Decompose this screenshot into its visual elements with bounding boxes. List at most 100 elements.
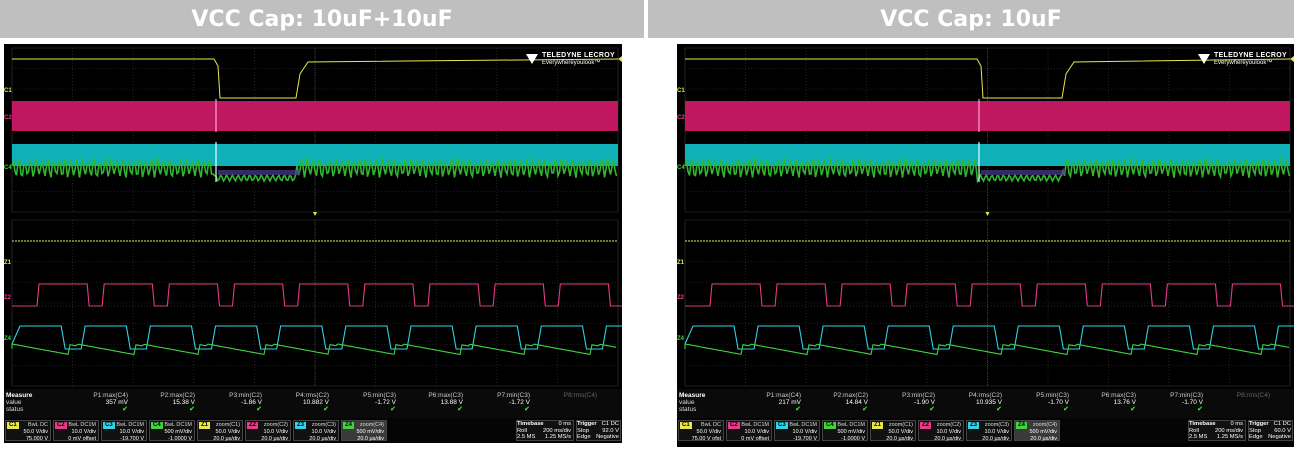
channel-box-c2[interactable]: C2 BwL DC1M 10.0 V/div 0 mV offset [53, 420, 99, 442]
timebase-label: Timebase [517, 421, 544, 427]
brand-name: TELEDYNE LECROY [542, 52, 615, 59]
measure-status-label: status [6, 406, 24, 413]
channel-tag: Z4 [343, 422, 355, 429]
status-check-icon: ✔ [256, 406, 262, 413]
timebase-samples: 2.5 MS [1189, 434, 1208, 440]
channel-tag: C3 [103, 422, 115, 429]
lecroy-logo-icon [1198, 54, 1210, 64]
trigger-slope: Negative [1268, 434, 1291, 440]
status-check-icon: ✔ [996, 406, 1002, 413]
channel-descriptor-bar[interactable]: C1 BwL DC 50.0 V/div 75.000 V C2 BwL DC1M 10.0… [4, 418, 622, 443]
timebase-mode: Roll [1189, 427, 1199, 434]
trigger-position-marker [985, 212, 990, 216]
channel-box-z1[interactable]: Z1 zoom(C1) 50.0 V/div 20.0 µs/div [870, 420, 916, 442]
trigger-type: Edge [577, 434, 591, 440]
trigger-box[interactable]: Trigger C1 DC Stop 92.0 V Edge Negative [576, 420, 621, 441]
measure-param-8[interactable]: P8:rms(C4) [533, 392, 597, 399]
trace-label-c2: C2 [677, 115, 685, 121]
channel-offset: 20.0 µs/div [934, 435, 961, 442]
param-value: 14.84 V [845, 399, 868, 406]
trigger-level-marker [618, 56, 622, 62]
panel-title-left: VCC Cap: 10uF+10uF [0, 0, 644, 38]
channel-box-z3[interactable]: Z3 zoom(C3) 10.0 V/div 20.0 µs/div [966, 420, 1012, 442]
param-value: -1.90 V [914, 399, 935, 406]
channel-coupling: zoom(C2) [936, 422, 961, 428]
status-check-icon: ✔ [524, 406, 530, 413]
measure-param-7[interactable]: P7:min(C3) -1.72 V ✔ [466, 392, 530, 413]
param-name: P8:rms(C4) [1236, 392, 1270, 399]
status-check-icon: ✔ [862, 406, 868, 413]
channel-box-c2[interactable]: C2 BwL DC1M 10.0 V/div 0 mV offset [726, 420, 772, 442]
measure-param-6[interactable]: P6:max(C3) 13.76 V ✔ [1072, 392, 1136, 413]
measure-table[interactable]: Measure value status P1:max(C4) 357 mV ✔ P2… [4, 389, 622, 418]
channel-box-c4[interactable]: C4 BwL DC1M 500 mV/div -1.0000 V [822, 420, 868, 442]
trace-label-z4: Z4 [677, 336, 685, 342]
channel-tag: C1 [7, 422, 19, 429]
trace-label-c4: C4 [4, 165, 12, 171]
measure-param-2[interactable]: P2:max(C2) 14.84 V ✔ [804, 392, 868, 413]
timebase-samples: 2.5 MS [517, 434, 536, 440]
scope-screenshot-right: C1 C2 C4 Z1 Z2 Z4 TELEDYNE LECROY Everywherey… [677, 44, 1294, 447]
timebase-rate: 1.25 MS/s [1216, 434, 1243, 440]
measure-param-8[interactable]: P8:rms(C4) [1206, 392, 1270, 399]
channel-tag: C1 [680, 422, 692, 429]
param-name: P6:max(C3) [428, 392, 463, 399]
channel-offset: 20.0 µs/div [261, 435, 288, 442]
channel-box-z3[interactable]: Z3 zoom(C3) 10.0 V/div 20.0 µs/div [293, 420, 339, 442]
param-value: 15.38 V [172, 399, 195, 406]
measure-param-3[interactable]: P3:min(C2) -1.86 V ✔ [198, 392, 262, 413]
channel-tag: C4 [824, 422, 836, 429]
param-value: -1.70 V [1048, 399, 1069, 406]
trigger-state: Stop [577, 427, 589, 434]
channel-box-z1[interactable]: Z1 zoom(C1) 50.0 V/div 20.0 µs/div [197, 420, 243, 442]
measure-param-4[interactable]: P4:rms(C2) 10.935 V ✔ [938, 392, 1002, 413]
measure-param-5[interactable]: P5:min(C3) -1.70 V ✔ [1005, 392, 1069, 413]
status-check-icon: ✔ [390, 406, 396, 413]
timebase-box[interactable]: Timebase 0 ms Roll 200 ms/div 2.5 MS 1.25 … [1188, 420, 1246, 441]
param-value: 10.882 V [302, 399, 329, 406]
z4-trace [11, 343, 617, 356]
measure-param-6[interactable]: P6:max(C3) 13.88 V ✔ [399, 392, 463, 413]
channel-box-c4[interactable]: C4 BwL DC1M 500 mV/div -1.0000 V [149, 420, 195, 442]
channel-box-z2[interactable]: Z2 zoom(C2) 10.0 V/div 20.0 µs/div [245, 420, 291, 442]
param-name: P7:min(C3) [1170, 392, 1203, 399]
measure-status-label: status [679, 406, 697, 413]
status-check-icon: ✔ [189, 406, 195, 413]
channel-box-c1[interactable]: C1 BwL DC 50.0 V/div 75.000 V [5, 420, 51, 442]
channel-coupling: BwL DC1M [164, 422, 192, 428]
measure-param-7[interactable]: P7:min(C3) -1.70 V ✔ [1139, 392, 1203, 413]
lecroy-logo-icon [526, 54, 538, 64]
channel-box-c3[interactable]: C3 BwL DC1M 10.0 V/div -19.700 V [774, 420, 820, 442]
trace-label-c4: C4 [677, 165, 685, 171]
channel-box-c3[interactable]: C3 BwL DC1M 10.0 V/div -19.700 V [101, 420, 147, 442]
measure-param-3[interactable]: P3:min(C2) -1.90 V ✔ [871, 392, 935, 413]
trigger-box[interactable]: Trigger C1 DC Stop 60.0 V Edge Negative [1248, 420, 1293, 441]
channel-offset: 75.00 V ofst [691, 435, 721, 442]
channel-descriptor-bar[interactable]: C1 BwL DC 50.0 V/div 75.00 V ofst C2 BwL DC1M… [677, 418, 1294, 443]
timebase-mode: Roll [517, 427, 527, 434]
timebase-box[interactable]: Timebase 0 ms Roll 200 ms/div 2.5 MS 1.25 … [516, 420, 574, 441]
measure-param-1[interactable]: P1:max(C4) 357 mV ✔ [64, 392, 128, 413]
channel-box-z4[interactable]: Z4 zoom(C4) 500 mV/div 20.0 µs/div [1014, 420, 1060, 442]
measure-table[interactable]: Measure value status P1:max(C4) 217 mV ✔ P2… [677, 389, 1294, 418]
measure-param-1[interactable]: P1:max(C4) 217 mV ✔ [737, 392, 801, 413]
channel-tag: Z4 [1016, 422, 1028, 429]
trigger-slope: Negative [596, 434, 619, 440]
channel-box-c1[interactable]: C1 BwL DC 50.0 V/div 75.00 V ofst [678, 420, 724, 442]
param-value: 13.88 V [440, 399, 463, 406]
channel-box-z4[interactable]: Z4 zoom(C4) 500 mV/div 20.0 µs/div [341, 420, 387, 442]
trigger-level-marker [1290, 56, 1294, 62]
measure-param-2[interactable]: P2:max(C2) 15.38 V ✔ [131, 392, 195, 413]
c2-trace-band [12, 101, 618, 131]
channel-coupling: BwL DC1M [68, 422, 96, 428]
channel-tag: Z3 [295, 422, 307, 429]
brand-name: TELEDYNE LECROY [1214, 52, 1287, 59]
param-value: -1.70 V [1182, 399, 1203, 406]
measure-param-5[interactable]: P5:min(C3) -1.72 V ✔ [332, 392, 396, 413]
channel-coupling: zoom(C4) [1032, 422, 1057, 428]
channel-coupling: BwL DC [28, 422, 48, 428]
measure-param-4[interactable]: P4:rms(C2) 10.882 V ✔ [265, 392, 329, 413]
param-name: P3:min(C2) [229, 392, 262, 399]
z2-trace [12, 283, 622, 307]
channel-box-z2[interactable]: Z2 zoom(C2) 10.0 V/div 20.0 µs/div [918, 420, 964, 442]
